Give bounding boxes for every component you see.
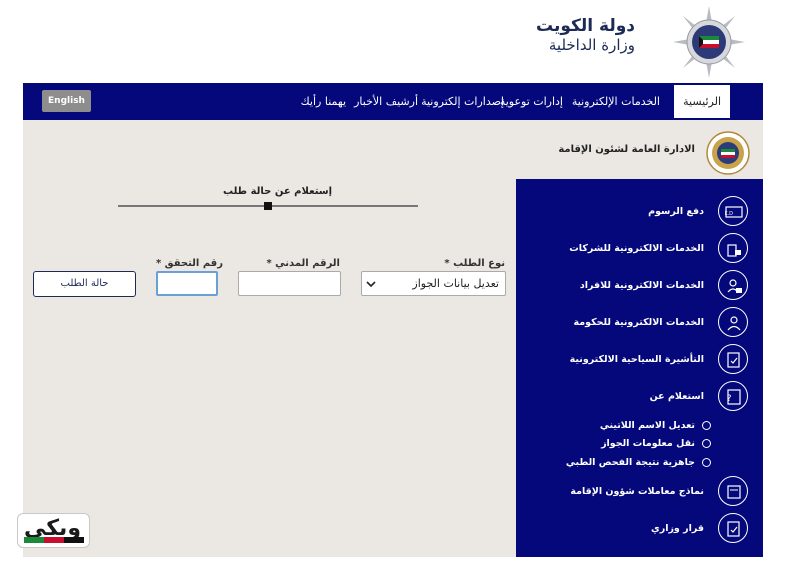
main-content: الادارة العامة لشئون الإقامة إستعلام عن … xyxy=(23,120,763,557)
progress-marker xyxy=(264,202,272,210)
sidebar-item-ministerial-decree[interactable]: قرار وزاري xyxy=(651,523,704,534)
government-services-icon[interactable] xyxy=(718,307,748,337)
radio-latin-name[interactable] xyxy=(702,421,711,430)
e-visa-icon[interactable] xyxy=(718,344,748,374)
ministry-title: وزارة الداخلية xyxy=(548,36,635,54)
sidebar-item-inquiry[interactable]: استعلام عن xyxy=(650,391,704,402)
request-type-label: نوع الطلب * xyxy=(444,258,505,269)
nav-home[interactable]: الرئيسية xyxy=(674,85,730,118)
request-status-button[interactable]: حالة الطلب xyxy=(33,271,136,297)
sub-item-latin-name[interactable]: تعديل الاسم اللاتيني xyxy=(600,420,695,431)
fees-payment-icon[interactable]: K.D xyxy=(718,196,748,226)
verification-code-label: رقم التحقق * xyxy=(155,258,223,269)
inquiry-icon[interactable]: ? xyxy=(718,381,748,411)
companies-services-icon[interactable] xyxy=(718,233,748,263)
sidebar-item-fees-payment[interactable]: دفع الرسوم xyxy=(648,206,704,217)
individuals-services-icon[interactable] xyxy=(718,270,748,300)
inquiry-title: إستعلام عن حالة طلب xyxy=(223,186,333,197)
residency-forms-icon[interactable] xyxy=(718,476,748,506)
country-name: دولة الكويت xyxy=(535,16,635,36)
nav-e-publications[interactable]: إصدارات إلكترونية xyxy=(421,83,504,120)
nav-awareness-departments[interactable]: إدارات توعوية xyxy=(500,83,563,120)
residency-department-logo-icon xyxy=(706,131,750,175)
sub-item-medical-result[interactable]: جاهزية نتيجة الفحص الطبي xyxy=(566,457,695,468)
sidebar-item-government-services[interactable]: الخدمات الالكترونية للحكومة xyxy=(573,317,704,328)
nav-feedback[interactable]: يهمنا رأيك xyxy=(301,83,346,120)
radio-passport-transfer[interactable] xyxy=(702,439,711,448)
kuwait-flag-stripe-icon xyxy=(24,537,84,543)
ministry-star-logo-icon[interactable] xyxy=(673,6,745,78)
ministry-name: دولة الكويت وزارة الداخلية xyxy=(536,16,635,55)
civil-id-label: الرقم المدني * xyxy=(266,258,340,269)
svg-text:K.D: K.D xyxy=(725,211,733,217)
sidebar-item-tourist-e-visa[interactable]: التأشيرة السياحية الالكترونية xyxy=(570,354,704,365)
wiki-watermark-logo: ويكي xyxy=(17,513,90,548)
main-navigation: الرئيسية الخدمات الإلكترونية إدارات توعو… xyxy=(23,83,763,120)
request-type-value: تعديل بيانات الجواز xyxy=(412,277,499,290)
sub-item-passport-transfer[interactable]: نقل معلومات الجواز xyxy=(601,438,695,449)
ministerial-decree-icon[interactable] xyxy=(718,513,748,543)
department-title: الادارة العامة لشئون الإقامة xyxy=(558,144,695,155)
radio-medical-result[interactable] xyxy=(702,458,711,467)
svg-text:?: ? xyxy=(727,394,732,404)
chevron-down-icon xyxy=(366,281,376,288)
services-sidebar: K.D دفع الرسوم الخدمات الالكترونية للشرك… xyxy=(516,179,763,557)
department-header: الادارة العامة لشئون الإقامة xyxy=(513,130,763,175)
nav-e-services[interactable]: الخدمات الإلكترونية xyxy=(572,83,660,120)
request-type-select[interactable]: تعديل بيانات الجواز xyxy=(361,271,506,296)
nav-news-archive[interactable]: أرشيف الأخبار xyxy=(354,83,418,120)
sidebar-item-companies-services[interactable]: الخدمات الالكترونية للشركات xyxy=(569,243,704,254)
civil-id-input[interactable] xyxy=(238,271,341,296)
sidebar-item-residency-forms[interactable]: نماذج معاملات شؤون الإقامة xyxy=(570,486,704,497)
site-header: دولة الكويت وزارة الداخلية xyxy=(0,0,789,83)
english-language-button[interactable]: English xyxy=(42,90,91,112)
verification-code-input[interactable] xyxy=(156,271,218,296)
sidebar-item-individuals-services[interactable]: الخدمات الالكترونية للافراد xyxy=(580,280,704,291)
